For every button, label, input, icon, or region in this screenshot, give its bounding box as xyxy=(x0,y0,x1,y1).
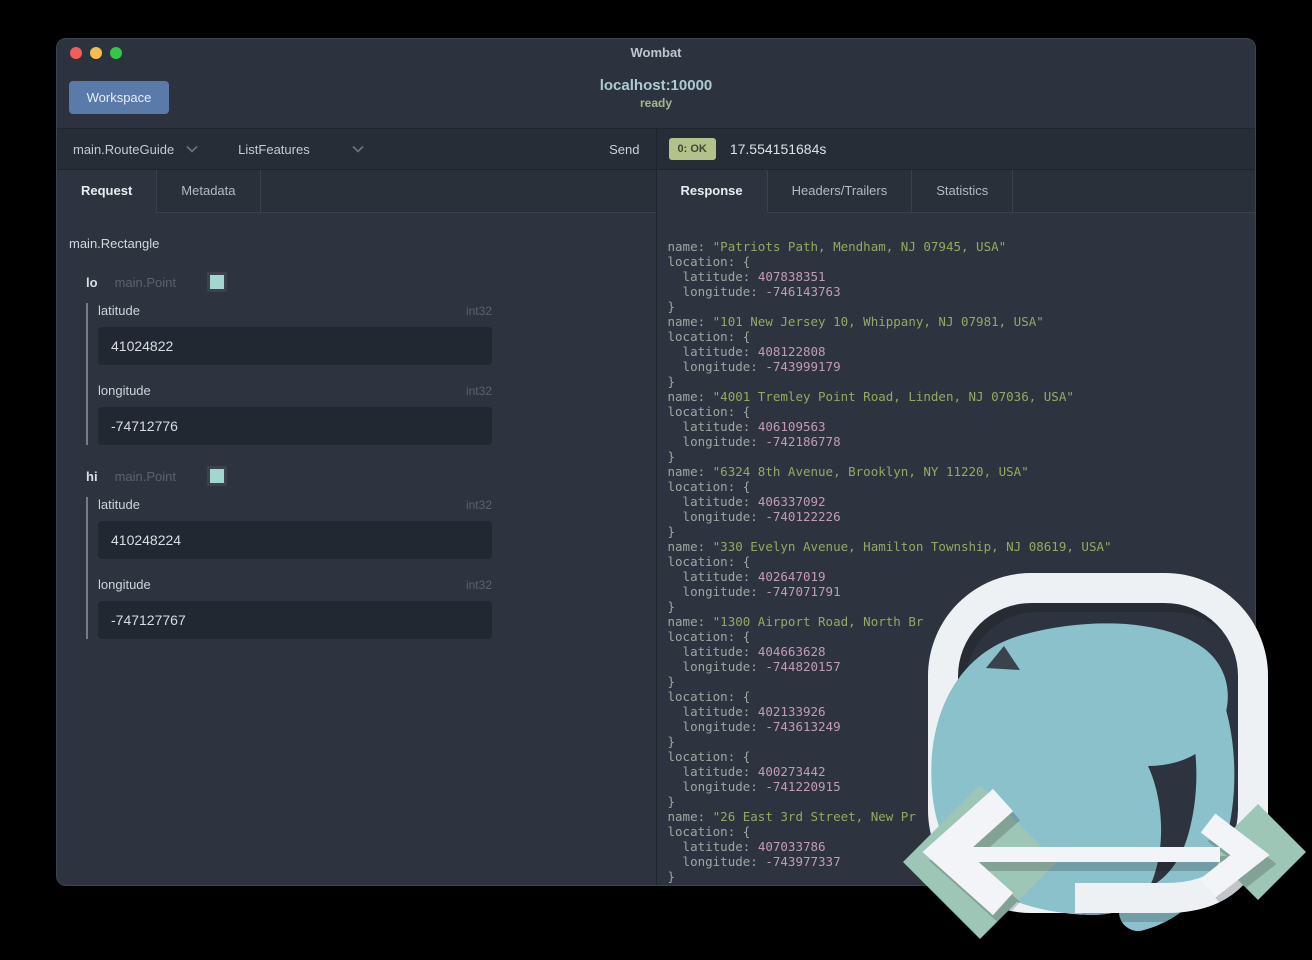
minimize-icon[interactable] xyxy=(90,47,102,59)
response-toolbar: 0: OK 17.554151684s xyxy=(656,129,1255,170)
chevron-down-icon xyxy=(186,145,198,153)
connection-status: ready xyxy=(639,96,673,110)
tab-headers-trailers[interactable]: Headers/Trailers xyxy=(768,170,913,212)
tab-response[interactable]: Response xyxy=(656,170,768,213)
field-label: longitude xyxy=(98,577,151,592)
field-input-hi-longitude[interactable] xyxy=(98,601,492,639)
window-title: Wombat xyxy=(630,45,682,60)
field-label: longitude xyxy=(98,383,151,398)
group-field-type: main.Point xyxy=(114,468,176,484)
close-icon[interactable] xyxy=(70,47,82,59)
server-address: localhost:10000 xyxy=(599,77,713,94)
window-controls xyxy=(70,47,122,59)
wombat-logo xyxy=(903,573,1306,939)
desktop: { "app": { "window_title": "Wombat" }, "… xyxy=(0,0,1312,960)
request-pane: main.RouteGuide ListFeatures Send Reques… xyxy=(57,129,657,885)
request-form: main.Rectangle lo main.Point latitude int32… xyxy=(57,213,656,885)
group-field-name: hi xyxy=(86,468,98,484)
field-label-row: longitude int32 xyxy=(98,383,492,398)
service-select[interactable]: main.RouteGuide xyxy=(73,142,198,157)
field-type: int32 xyxy=(465,304,492,318)
tab-metadata[interactable]: Metadata xyxy=(157,170,261,212)
field-type: int32 xyxy=(465,578,492,592)
status-badge: 0: OK xyxy=(668,138,716,160)
chevron-down-icon xyxy=(352,145,364,153)
field-label: latitude xyxy=(98,303,140,318)
titlebar: Wombat xyxy=(57,39,1255,66)
send-button[interactable]: Send xyxy=(609,142,639,157)
request-tabbar: Request Metadata xyxy=(57,170,656,213)
field-group-lo: lo main.Point latitude int32 longitude int32 xyxy=(86,272,644,445)
app-header: Workspace localhost:10000 ready xyxy=(57,66,1255,129)
response-tabbar: Response Headers/Trailers Statistics xyxy=(656,170,1255,213)
message-enabled-checkbox[interactable] xyxy=(206,272,227,292)
zoom-icon[interactable] xyxy=(110,47,122,59)
request-toolbar: main.RouteGuide ListFeatures Send xyxy=(57,129,656,170)
tab-statistics[interactable]: Statistics xyxy=(912,170,1014,212)
field-label-row: latitude int32 xyxy=(98,303,492,318)
message-fields: lomain.Pointlatitudeint32longitudeint32h… xyxy=(69,272,644,639)
field-input-hi-latitude[interactable] xyxy=(98,521,492,559)
method-select[interactable]: ListFeatures xyxy=(238,142,364,157)
field-input-lo-latitude[interactable] xyxy=(98,327,492,365)
server-block: localhost:10000 ready xyxy=(57,77,1255,110)
field-label: latitude xyxy=(98,497,140,512)
method-select-label: ListFeatures xyxy=(238,141,310,157)
field-group-hi: hi main.Point latitude int32 longitude int32 xyxy=(86,466,644,639)
field-label-row: longitude int32 xyxy=(98,577,492,592)
field-type: int32 xyxy=(465,498,492,512)
group-field-name: lo xyxy=(86,274,98,290)
group-field-type: main.Point xyxy=(114,274,176,290)
field-type: int32 xyxy=(465,384,492,398)
tab-request[interactable]: Request xyxy=(57,170,158,213)
message-enabled-checkbox[interactable] xyxy=(206,466,227,486)
service-select-label: main.RouteGuide xyxy=(73,141,175,157)
duration-label: 17.554151684s xyxy=(729,141,827,157)
message-type-label: main.Rectangle xyxy=(69,236,160,251)
field-input-lo-longitude[interactable] xyxy=(98,407,492,445)
field-label-row: latitude int32 xyxy=(98,497,492,512)
